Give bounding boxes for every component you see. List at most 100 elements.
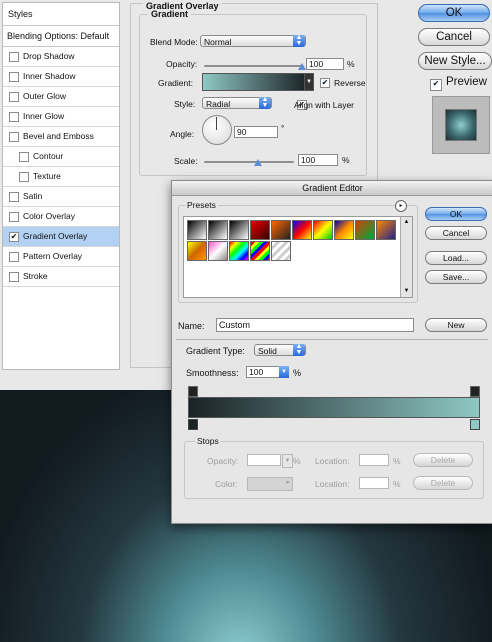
smoothness-input[interactable]: 100 [246, 366, 280, 378]
preset-swatch[interactable] [313, 220, 333, 240]
stop-color-swatch[interactable]: ▸ [247, 477, 293, 491]
scale-input[interactable]: 100 [298, 154, 338, 166]
presets-menu-icon[interactable]: ▸ [395, 200, 407, 212]
load-button[interactable]: Load... [425, 251, 487, 265]
ok-button[interactable]: OK [418, 4, 490, 22]
style-item-color-overlay[interactable]: Color Overlay [3, 207, 119, 227]
preset-swatch[interactable] [334, 220, 354, 240]
preset-swatch[interactable] [355, 220, 375, 240]
gradient-type-label: Gradient Type: [186, 346, 245, 356]
style-item-gradient-overlay[interactable]: ✔ Gradient Overlay [3, 227, 119, 247]
style-item-inner-glow[interactable]: Inner Glow [3, 107, 119, 127]
color-arrow-icon: ▸ [286, 479, 290, 486]
color-delete-button[interactable]: Delete [413, 476, 473, 490]
style-item-checkbox[interactable] [9, 191, 19, 202]
new-style-button[interactable]: New Style... [418, 52, 492, 70]
style-item-label: Pattern Overlay [23, 251, 83, 261]
reverse-checkbox[interactable]: ✔ [320, 78, 330, 88]
style-item-checkbox[interactable] [9, 271, 19, 282]
scale-label: Scale: [174, 156, 198, 166]
preset-swatch[interactable] [208, 241, 228, 261]
style-item-checkbox[interactable] [9, 131, 19, 142]
angle-input[interactable]: 90 [234, 126, 278, 138]
styles-list: Styles Blending Options: Default Drop Sh… [2, 2, 120, 370]
style-item-inner-shadow[interactable]: Inner Shadow [3, 67, 119, 87]
name-input[interactable]: Custom [216, 318, 414, 332]
style-item-checkbox[interactable] [9, 71, 19, 82]
gradient-dropdown-arrow[interactable]: ▼ [304, 73, 314, 91]
stop-color-location-input[interactable] [359, 477, 389, 489]
align-with-layer-label: Align with Layer [294, 100, 355, 110]
save-button[interactable]: Save... [425, 270, 487, 284]
style-item-drop-shadow[interactable]: Drop Shadow [3, 47, 119, 67]
style-item-label: Drop Shadow [23, 51, 75, 61]
opacity-slider[interactable] [204, 65, 302, 67]
smoothness-percent: % [293, 368, 302, 378]
stop-opacity-input[interactable] [247, 454, 281, 466]
gradient-label: Gradient: [158, 78, 193, 88]
presets-scrollbar[interactable]: ▲ ▼ [400, 217, 412, 297]
style-item-checkbox[interactable] [9, 51, 19, 62]
angle-dial-needle [216, 117, 217, 130]
gradient-type-select[interactable]: Solid ▲ ▼ [254, 343, 306, 356]
stop-opacity-location-percent: % [393, 456, 401, 466]
style-item-checkbox[interactable]: ✔ [9, 231, 19, 242]
preset-swatch[interactable] [271, 241, 291, 261]
scale-slider[interactable] [204, 161, 294, 163]
style-item-label: Contour [33, 151, 64, 161]
style-item-texture[interactable]: Texture [3, 167, 119, 187]
opacity-stop-right[interactable] [470, 386, 480, 397]
style-item-contour[interactable]: Contour [3, 147, 119, 167]
ge-cancel-button[interactable]: Cancel [425, 226, 487, 240]
style-item-bevel-and-emboss[interactable]: Bevel and Emboss [3, 127, 119, 147]
cancel-button[interactable]: Cancel [418, 28, 490, 46]
style-item-checkbox[interactable] [9, 211, 19, 222]
scale-slider-thumb[interactable] [254, 159, 262, 166]
preset-swatch[interactable] [208, 220, 228, 240]
preset-swatch[interactable] [271, 220, 291, 240]
style-item-label: Inner Shadow [23, 71, 76, 81]
style-item-checkbox[interactable] [9, 91, 19, 102]
style-select[interactable]: Radial ▲ ▼ [202, 96, 272, 109]
preset-swatch[interactable] [250, 220, 270, 240]
gradient-swatch[interactable] [202, 73, 308, 91]
style-item-checkbox[interactable] [9, 251, 19, 262]
angle-dial[interactable] [202, 115, 232, 145]
stop-opacity-location-input[interactable] [359, 454, 389, 466]
preset-swatch[interactable] [250, 241, 270, 261]
color-stop-left[interactable] [188, 419, 198, 430]
style-item-stroke[interactable]: Stroke [3, 267, 119, 287]
preset-swatch[interactable] [229, 220, 249, 240]
preview-swatch [445, 109, 477, 141]
preset-swatch[interactable] [187, 220, 207, 240]
opacity-input[interactable]: 100 [306, 58, 344, 70]
ge-ok-button[interactable]: OK [425, 207, 487, 221]
styles-header[interactable]: Styles [3, 3, 119, 26]
stop-opacity-arrow[interactable]: ▼ [282, 454, 293, 468]
blend-mode-select[interactable]: Normal ▲ ▼ [200, 34, 306, 47]
scroll-down-icon[interactable]: ▼ [402, 287, 411, 296]
stop-opacity-label: Opacity: [207, 456, 239, 466]
opacity-stop-left[interactable] [188, 386, 198, 397]
style-item-outer-glow[interactable]: Outer Glow [3, 87, 119, 107]
style-item-pattern-overlay[interactable]: Pattern Overlay [3, 247, 119, 267]
opacity-slider-thumb[interactable] [298, 63, 306, 70]
scroll-up-icon[interactable]: ▲ [402, 218, 411, 227]
preset-swatch[interactable] [376, 220, 396, 240]
gradient-bar[interactable] [188, 397, 480, 418]
preview-checkbox[interactable]: ✔ [430, 79, 442, 91]
stop-opacity-percent: % [293, 456, 301, 466]
preset-swatch[interactable] [187, 241, 207, 261]
preset-swatch[interactable] [292, 220, 312, 240]
color-stop-right[interactable] [470, 419, 480, 430]
preset-swatch[interactable] [229, 241, 249, 261]
new-button[interactable]: New [425, 318, 487, 332]
smoothness-arrow[interactable]: ▼ [279, 366, 289, 378]
blending-options-item[interactable]: Blending Options: Default [3, 26, 119, 47]
style-item-satin[interactable]: Satin [3, 187, 119, 207]
style-item-checkbox[interactable] [19, 171, 29, 182]
style-item-checkbox[interactable] [9, 111, 19, 122]
name-label: Name: [178, 321, 205, 331]
style-item-checkbox[interactable] [19, 151, 29, 162]
opacity-delete-button[interactable]: Delete [413, 453, 473, 467]
